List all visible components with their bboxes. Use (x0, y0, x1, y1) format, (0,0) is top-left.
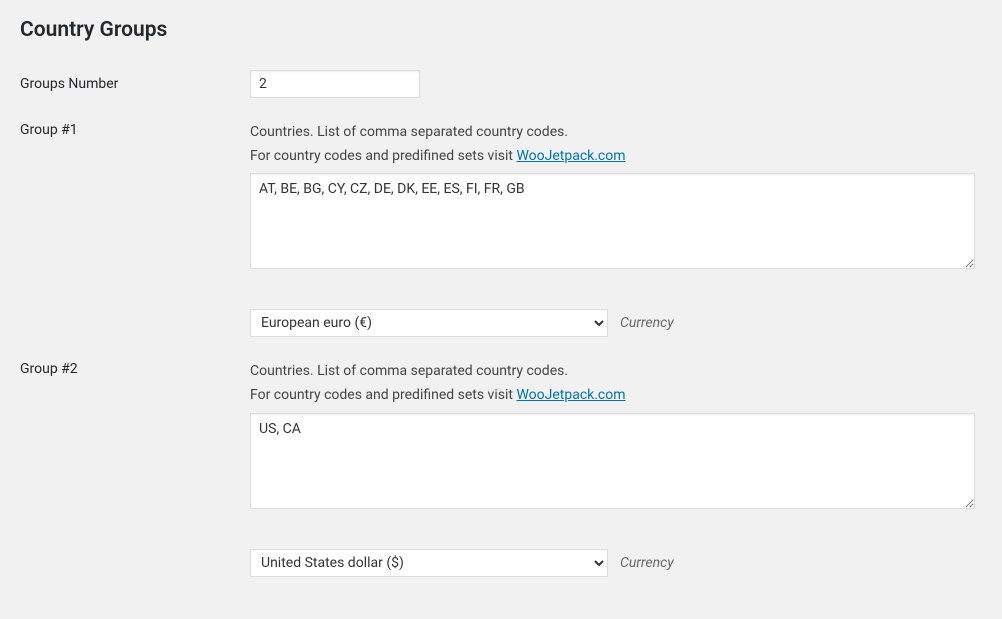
group-1-countries-row: Group #1 Countries. List of comma separa… (20, 122, 982, 273)
group-1-currency-label: Currency (620, 315, 674, 331)
group-2-desc-prefix: For country codes and predifined sets vi… (250, 387, 516, 403)
group-1-currency-select[interactable]: European euro (€) (250, 309, 608, 337)
groups-number-row: Groups Number (20, 70, 982, 98)
group-1-countries-textarea[interactable] (250, 173, 975, 269)
group-2-currency-row: United States dollar ($) Currency (20, 549, 982, 577)
page-heading: Country Groups (20, 18, 982, 42)
group-1-block: Group #1 Countries. List of comma separa… (20, 122, 982, 337)
groups-number-input[interactable] (250, 70, 420, 98)
woojetpack-link[interactable]: WooJetpack.com (516, 148, 625, 164)
group-2-block: Group #2 Countries. List of comma separa… (20, 361, 982, 576)
group-1-label: Group #1 (20, 122, 250, 138)
group-2-countries-textarea[interactable] (250, 413, 975, 509)
group-2-currency-label: Currency (620, 555, 674, 571)
group-1-desc-line1: Countries. List of comma separated count… (250, 122, 982, 144)
group-2-currency-select[interactable]: United States dollar ($) (250, 549, 608, 577)
group-2-label: Group #2 (20, 361, 250, 377)
groups-number-label: Groups Number (20, 70, 250, 92)
group-2-countries-row: Group #2 Countries. List of comma separa… (20, 361, 982, 512)
group-2-desc-line1: Countries. List of comma separated count… (250, 361, 982, 383)
woojetpack-link-2[interactable]: WooJetpack.com (516, 387, 625, 403)
group-2-desc-line2: For country codes and predifined sets vi… (250, 385, 982, 407)
group-1-desc-prefix: For country codes and predifined sets vi… (250, 148, 516, 164)
group-1-currency-row: European euro (€) Currency (20, 309, 982, 337)
group-1-desc-line2: For country codes and predifined sets vi… (250, 146, 982, 168)
